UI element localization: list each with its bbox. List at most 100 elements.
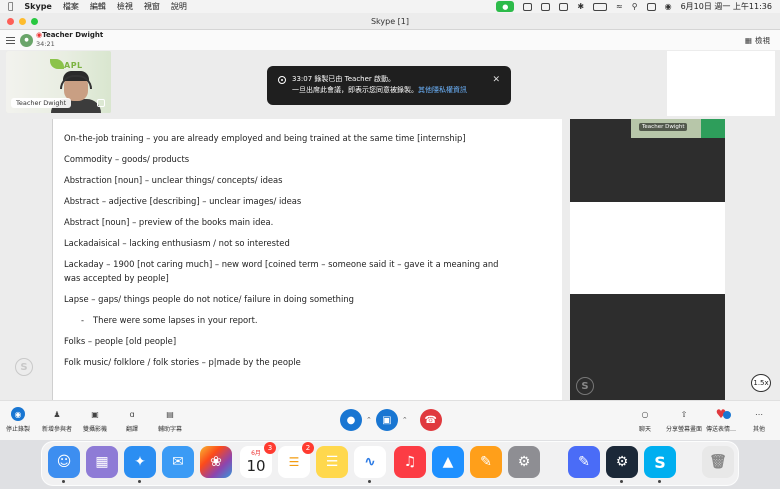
toggle-video-button[interactable]: ▣	[375, 409, 398, 431]
send-reaction-button[interactable]: ♥ 傳送表情…	[704, 407, 738, 433]
wall-logo: APL	[64, 61, 83, 70]
system-settings-icon[interactable]: ⚙	[508, 446, 540, 478]
mail-icon[interactable]: ✉	[162, 446, 194, 478]
add-participant-button[interactable]: ♟ 新增參與者	[40, 407, 74, 434]
doc-line: Lapse – gaps/ things people do not notic…	[64, 294, 354, 304]
call-duration: 34:21	[36, 40, 55, 48]
recording-notification: 33:07 錄製已由 Teacher 啟動。 一旦出席此會議，即表示您同意被錄製…	[267, 66, 511, 105]
call-name: Teacher Dwight	[42, 31, 104, 39]
keynote-icon[interactable]: ▲	[432, 446, 464, 478]
share-screen-icon: ⇧	[680, 409, 688, 419]
record-icon	[278, 76, 286, 84]
photos-icon[interactable]: ❀	[200, 446, 232, 478]
skype-watermark-icon: S	[15, 358, 33, 376]
menu-file[interactable]: 檔案	[63, 1, 79, 12]
participant-tile-white[interactable]	[667, 51, 775, 116]
doc-line: Folk music/ folklore / folk stories – p|…	[64, 357, 301, 367]
call-header: ● ◉Teacher Dwight 34:21 ▦ 檢視	[0, 30, 780, 50]
record-icon: ◉	[11, 407, 25, 421]
dual-camera-button[interactable]: ▣ 雙攝影機	[82, 407, 108, 434]
participant-tile-blank[interactable]	[570, 202, 725, 294]
music-icon[interactable]: ♫	[394, 446, 426, 478]
steam-icon[interactable]: ⚙	[606, 446, 638, 478]
captions-icon: ▤	[166, 409, 174, 419]
mic-status-icon	[97, 99, 105, 107]
share-screen-button[interactable]: ⇧ 分享螢幕畫面	[664, 407, 704, 434]
chat-button[interactable]: ○ 聊天	[634, 407, 656, 434]
mute-microphone-button[interactable]: ●	[340, 409, 362, 431]
window-title-bar: Skype [1]	[0, 13, 780, 30]
more-options-button[interactable]: ⋯ 其他	[748, 407, 770, 434]
battery-icon[interactable]	[593, 2, 608, 11]
microphone-icon: ●	[346, 414, 356, 426]
video-options-chevron-icon[interactable]: ⌃	[402, 416, 408, 424]
search-icon[interactable]: ⚲	[632, 2, 638, 11]
recording-started-text: 錄製已由 Teacher 啟動。	[314, 75, 396, 83]
recording-consent-text: 一旦出席此會議，即表示您同意被錄製。	[292, 86, 418, 94]
doc-bullet-item: - There were some lapses in your report.	[81, 315, 258, 325]
translate-button[interactable]: ɑ 翻譯	[120, 407, 144, 434]
mic-options-chevron-icon[interactable]: ⌃	[366, 416, 372, 424]
menu-help[interactable]: 說明	[171, 1, 187, 12]
safari-icon[interactable]: ✦	[124, 446, 156, 478]
call-toolbar: ◉ 停止錄製 ♟ 新增參與者 ▣ 雙攝影機 ɑ 翻譯 ▤ 輔助字幕 ● ⌃ ▣ …	[0, 400, 780, 440]
doc-line: Lackadaisical – lacking enthusiasm / not…	[64, 238, 290, 248]
control-center-icon[interactable]	[646, 2, 656, 11]
finder-icon[interactable]: ☺	[48, 446, 80, 478]
menu-view[interactable]: 檢視	[117, 1, 133, 12]
participant-mini-video[interactable]: Teacher Dwight	[631, 119, 725, 138]
participant-column: Teacher Dwight	[570, 119, 725, 400]
end-call-button[interactable]: ☎	[419, 409, 442, 431]
window-title: Skype [1]	[370, 16, 410, 26]
menu-app-name[interactable]: Skype	[24, 2, 51, 11]
notes-icon[interactable]: ☰	[316, 446, 348, 478]
freeform-icon[interactable]: ∿	[354, 446, 386, 478]
wifi-icon[interactable]: ≈	[616, 2, 623, 11]
doc-line: Abstract [noun] – preview of the books m…	[64, 217, 274, 227]
screen-record-icon[interactable]	[523, 2, 533, 11]
status-icon[interactable]	[541, 2, 551, 11]
participant-mini-name: Teacher Dwight	[639, 123, 688, 131]
reminders-badge: 2	[302, 442, 314, 454]
view-layout-button[interactable]: ▦ 檢視	[745, 35, 770, 46]
video-camera-icon: ▣	[382, 414, 392, 426]
translate-icon: ɑ	[129, 409, 135, 419]
menu-extra-icon[interactable]	[559, 2, 569, 11]
heart-icon: ♥	[714, 407, 731, 421]
menu-edit[interactable]: 編輯	[90, 1, 106, 12]
bluetooth-icon[interactable]: ✱	[577, 2, 584, 11]
chat-icon: ○	[641, 409, 649, 419]
doc-line: was accepted by people]	[64, 273, 169, 283]
doc-line: Abstraction [noun] – unclear things/ con…	[64, 175, 283, 185]
menu-icon[interactable]	[6, 36, 15, 44]
pages-icon[interactable]: ✎	[470, 446, 502, 478]
doc-line: On-the-job training – you are already em…	[64, 133, 466, 143]
privacy-info-link[interactable]: 其他隱私權資訊	[418, 86, 467, 94]
close-icon[interactable]: ✕	[492, 75, 500, 85]
pencil-app-icon[interactable]: ✎	[568, 446, 600, 478]
skype-icon[interactable]: S	[644, 446, 676, 478]
menu-bar:  Skype 檔案 編輯 檢視 視窗 說明 ● ✱ ≈ ⚲ ◉ 6月10日 週…	[0, 0, 780, 13]
doc-line: Abstract – adjective [describing] – uncl…	[64, 196, 302, 206]
reminders-icon[interactable]: ☰ 2	[278, 442, 314, 478]
launchpad-icon[interactable]: ▦	[86, 446, 118, 478]
self-video-tile[interactable]: APL Teacher Dwight	[6, 51, 111, 113]
more-icon: ⋯	[755, 409, 763, 419]
camera-in-use-icon[interactable]: ●	[496, 1, 515, 12]
menu-window[interactable]: 視窗	[144, 1, 160, 12]
menubar-clock[interactable]: 6月10日 週一 上午11:36	[681, 1, 772, 12]
recording-time: 33:07	[292, 75, 313, 83]
playback-speed-button[interactable]: 1.5x	[751, 374, 771, 392]
call-controls: ● ⌃ ▣ ⌃ ☎	[340, 409, 442, 431]
apple-menu-icon[interactable]: 	[8, 2, 13, 12]
skype-watermark-icon: S	[576, 377, 594, 395]
calendar-icon[interactable]: 6月 10 3	[240, 442, 276, 478]
siri-icon[interactable]: ◉	[665, 2, 672, 11]
stop-recording-button[interactable]: ◉ 停止錄製	[5, 407, 31, 433]
add-person-icon: ♟	[53, 409, 61, 419]
grid-icon: ▦	[744, 36, 752, 45]
captions-button[interactable]: ▤ 輔助字幕	[157, 407, 183, 434]
trash-icon[interactable]: 🗑	[702, 446, 734, 478]
doc-line: Commodity – goods/ products	[64, 154, 190, 164]
doc-line: Folks – people [old people]	[64, 336, 177, 346]
